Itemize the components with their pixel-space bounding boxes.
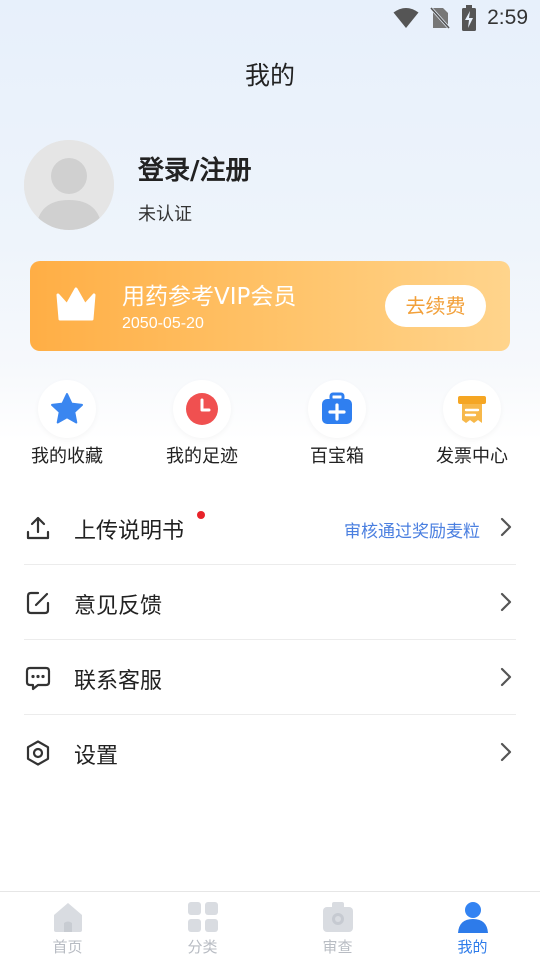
chevron-right-icon [500, 517, 512, 537]
chevron-right-icon [500, 592, 512, 612]
user-icon [457, 902, 488, 933]
quick-action-invoice[interactable]: 发票中心 [417, 380, 527, 468]
quick-action-label: 百宝箱 [310, 446, 364, 467]
quick-actions: 我的收藏 我的足迹 百宝箱 发票中心 [0, 380, 540, 470]
settings-hexagon-icon [26, 740, 50, 766]
clock-icon [186, 393, 218, 425]
star-icon [51, 393, 83, 424]
quick-action-icon-wrap [173, 380, 231, 438]
quick-action-history[interactable]: 我的足迹 [147, 380, 257, 468]
tab-review[interactable]: 审查 [270, 892, 405, 960]
renew-button[interactable]: 去续费 [385, 285, 486, 327]
upload-icon [26, 516, 50, 540]
tab-mine[interactable]: 我的 [405, 892, 540, 960]
wifi-icon [393, 8, 419, 28]
chevron-right-icon [500, 667, 512, 687]
settings-menu: 上传说明书 审核通过奖励麦粒 意见反馈 联系客服 设置 [24, 490, 516, 790]
quick-action-icon-wrap [308, 380, 366, 438]
status-time: 2:59 [487, 6, 528, 29]
tab-home[interactable]: 首页 [0, 892, 135, 960]
status-bar: 2:59 [0, 0, 540, 36]
tab-label: 审查 [322, 938, 353, 956]
no-sim-icon [430, 6, 451, 30]
auth-status: 未认证 [138, 204, 192, 225]
vip-card[interactable]: 用药参考VIP会员 2050-05-20 去续费 [30, 261, 510, 351]
menu-label: 上传说明书 [74, 519, 185, 544]
chat-bubble-icon [25, 666, 51, 691]
menu-label: 意见反馈 [74, 594, 163, 619]
tab-label: 分类 [187, 938, 218, 956]
battery-charging-icon [462, 5, 477, 31]
quick-action-icon-wrap [443, 380, 501, 438]
feedback-edit-icon [26, 591, 50, 615]
crown-icon [56, 287, 96, 321]
menu-label: 设置 [74, 744, 119, 769]
avatar[interactable] [24, 140, 114, 230]
vip-title: 用药参考VIP会员 [122, 284, 297, 310]
tab-category[interactable]: 分类 [135, 892, 270, 960]
quick-action-label: 我的足迹 [166, 446, 238, 467]
menu-item-upload-manual[interactable]: 上传说明书 审核通过奖励麦粒 [24, 490, 516, 565]
tab-label: 首页 [52, 938, 83, 956]
quick-action-label: 发票中心 [436, 446, 508, 467]
bottom-tab-bar: 首页 分类 审查 我的 [0, 891, 540, 960]
chevron-right-icon [500, 742, 512, 762]
quick-action-icon-wrap [38, 380, 96, 438]
login-register-link[interactable]: 登录/注册 [138, 150, 252, 187]
menu-item-customer-service[interactable]: 联系客服 [24, 640, 516, 715]
tab-label: 我的 [457, 938, 488, 956]
grid-icon [187, 902, 218, 932]
review-icon [322, 902, 353, 932]
quick-action-toolbox[interactable]: 百宝箱 [282, 380, 392, 468]
home-icon [53, 903, 82, 932]
invoice-icon [458, 396, 486, 423]
toolbox-plus-icon [322, 392, 352, 424]
menu-label: 联系客服 [74, 669, 163, 694]
page-title: 我的 [244, 61, 295, 90]
quick-action-favorites[interactable]: 我的收藏 [12, 380, 122, 468]
upload-reward-link[interactable]: 审核通过奖励麦粒 [344, 517, 480, 542]
menu-item-settings[interactable]: 设置 [24, 715, 516, 790]
default-avatar-icon [24, 140, 114, 230]
new-badge-dot [197, 511, 205, 519]
vip-expiry-date: 2050-05-20 [122, 315, 204, 332]
menu-item-feedback[interactable]: 意见反馈 [24, 565, 516, 640]
quick-action-label: 我的收藏 [31, 446, 103, 467]
status-icons: 2:59 [393, 5, 528, 31]
